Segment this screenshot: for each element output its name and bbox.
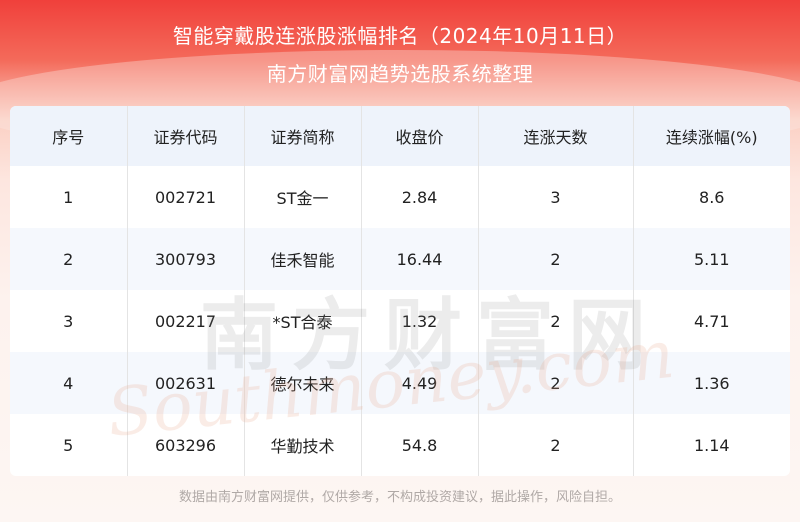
cell-code: 300793 — [127, 228, 245, 290]
column-header-streak-days: 连涨天数 — [478, 106, 634, 166]
cell-code: 002217 — [127, 290, 245, 352]
cell-streak-days: 2 — [478, 352, 634, 414]
cell-close-price: 4.49 — [361, 352, 479, 414]
table-header-row: 序号 证券代码 证券简称 收盘价 连涨天数 连续涨幅(%) — [10, 106, 790, 166]
ranking-table-card: 序号 证券代码 证券简称 收盘价 连涨天数 连续涨幅(%) 1 002721 S… — [10, 106, 790, 476]
table-row: 2 300793 佳禾智能 16.44 2 5.11 — [10, 228, 790, 290]
cell-streak-days: 2 — [478, 290, 634, 352]
cell-rank: 2 — [10, 228, 128, 290]
cell-cumulative-gain: 8.6 — [699, 187, 725, 207]
cell-streak-days: 2 — [478, 414, 634, 476]
cell-name: 华勤技术 — [244, 414, 362, 476]
cell-code: 603296 — [127, 414, 245, 476]
page-title: 智能穿戴股连涨股涨幅排名（2024年10月11日） — [172, 24, 628, 48]
column-header-cumulative-gain: 连续涨幅(%) — [665, 128, 758, 147]
column-header-close-price: 收盘价 — [361, 106, 479, 166]
cell-close-price: 2.84 — [361, 166, 479, 228]
cell-name: 德尔未来 — [244, 352, 362, 414]
cell-close-price: 1.32 — [361, 290, 479, 352]
cell-rank: 5 — [10, 414, 128, 476]
cell-cumulative-gain: 1.14 — [693, 435, 730, 455]
column-header-rank: 序号 — [10, 106, 128, 166]
cell-name: 佳禾智能 — [244, 228, 362, 290]
cell-name: ST金一 — [244, 166, 362, 228]
cell-rank: 3 — [10, 290, 128, 352]
cell-close-price: 54.8 — [361, 414, 479, 476]
cell-rank: 1 — [10, 166, 128, 228]
header: 智能穿戴股连涨股涨幅排名（2024年10月11日） 南方财富网趋势选股系统整理 — [0, 0, 800, 110]
cell-close-price: 16.44 — [361, 228, 479, 290]
table-row: 4 002631 德尔未来 4.49 2 1.36 — [10, 352, 790, 414]
table-row: 5 603296 华勤技术 54.8 2 1.14 — [10, 414, 790, 476]
cell-cumulative-gain: 4.71 — [693, 311, 730, 331]
cell-cumulative-gain: 1.36 — [693, 373, 730, 393]
page-subtitle: 南方财富网趋势选股系统整理 — [266, 62, 534, 86]
column-header-code: 证券代码 — [127, 106, 245, 166]
cell-cumulative-gain: 5.11 — [693, 249, 730, 269]
cell-name: *ST合泰 — [244, 290, 362, 352]
ranking-table: 序号 证券代码 证券简称 收盘价 连涨天数 连续涨幅(%) 1 002721 S… — [10, 106, 790, 476]
cell-code: 002631 — [127, 352, 245, 414]
cell-streak-days: 2 — [478, 228, 634, 290]
table-row: 1 002721 ST金一 2.84 3 8.6 — [10, 166, 790, 228]
table-row: 3 002217 *ST合泰 1.32 2 4.71 — [10, 290, 790, 352]
cell-streak-days: 3 — [478, 166, 634, 228]
column-header-name: 证券简称 — [244, 106, 362, 166]
cell-rank: 4 — [10, 352, 128, 414]
disclaimer-text: 数据由南方财富网提供，仅供参考，不构成投资建议，据此操作，风险自担。 — [178, 490, 621, 505]
cell-code: 002721 — [127, 166, 245, 228]
